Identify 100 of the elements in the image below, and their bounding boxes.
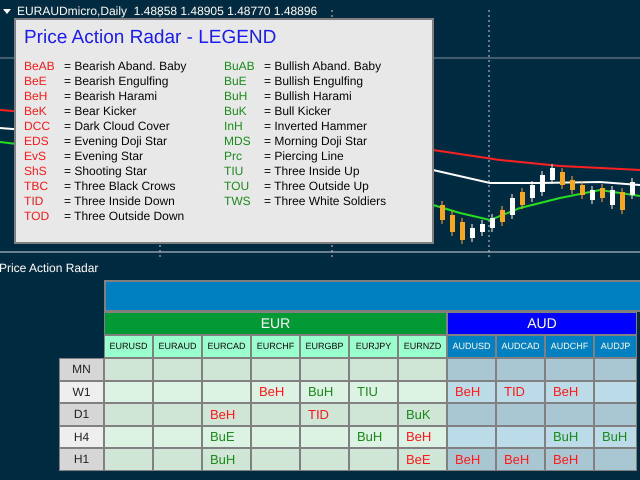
signal-cell bbox=[398, 358, 447, 380]
legend-code: TBC bbox=[24, 178, 49, 194]
timeframe-label: D1 bbox=[59, 403, 104, 426]
signal-cell bbox=[496, 358, 545, 380]
signal-cell bbox=[349, 448, 398, 470]
legend-code: BuE bbox=[224, 72, 248, 90]
legend-meaning: = Three Inside Up bbox=[264, 162, 360, 180]
legend-code: BeK bbox=[24, 102, 48, 120]
panel-title: Price Action Radar bbox=[0, 260, 98, 276]
legend-code: BuAB bbox=[224, 58, 256, 74]
chart-header: EURAUDmicro,Daily 1.48858 1.48905 1.48770 1.48896 bbox=[17, 3, 318, 20]
timeframe-label: MN bbox=[59, 358, 104, 380]
candle bbox=[580, 180, 585, 200]
pair-header: EURCAD bbox=[202, 335, 251, 358]
candle bbox=[530, 180, 535, 202]
legend-code: TIU bbox=[224, 162, 244, 180]
signal-cell: BuH bbox=[300, 380, 349, 403]
legend-code: TOD bbox=[24, 208, 50, 224]
legend-code: BuK bbox=[224, 102, 248, 120]
signal-cell: TID bbox=[300, 403, 349, 426]
signal-cell bbox=[447, 403, 496, 426]
signal-cell bbox=[594, 448, 637, 470]
legend-meaning: = Shooting Star bbox=[64, 162, 148, 180]
currency-group-header: AUD bbox=[447, 312, 637, 335]
legend-code: Prc bbox=[224, 148, 243, 164]
legend-title: Price Action Radar - LEGEND bbox=[24, 26, 278, 50]
candle bbox=[630, 178, 635, 200]
candle bbox=[440, 200, 445, 224]
signal-cell bbox=[202, 380, 251, 403]
legend-code: BuH bbox=[224, 88, 248, 104]
signal-cell bbox=[398, 380, 447, 403]
signal-cell: TIU bbox=[349, 380, 398, 403]
legend-meaning: = Three White Soldiers bbox=[264, 192, 386, 210]
signal-cell: BuH bbox=[202, 448, 251, 470]
pair-header: EURNZD bbox=[398, 335, 447, 358]
signal-cell bbox=[447, 358, 496, 380]
signal-cell bbox=[496, 403, 545, 426]
pair-header: EURAUD bbox=[153, 335, 202, 358]
signal-cell bbox=[594, 358, 637, 380]
legend-code: TID bbox=[24, 192, 44, 210]
signal-cell bbox=[447, 426, 496, 448]
legend-meaning: = Morning Doji Star bbox=[264, 132, 368, 150]
signal-cell: BuK bbox=[398, 403, 447, 426]
signal-cell bbox=[594, 380, 637, 403]
signal-cell bbox=[104, 448, 153, 470]
signal-cell bbox=[594, 403, 637, 426]
signal-cell: BuH bbox=[349, 426, 398, 448]
timeframe-label: H4 bbox=[59, 426, 104, 448]
legend-meaning: = Evening Star bbox=[64, 148, 144, 164]
signal-cell bbox=[300, 448, 349, 470]
legend-code: MDS bbox=[224, 132, 252, 150]
legend-meaning: = Bearish Harami bbox=[64, 88, 158, 104]
signal-cell: BeH bbox=[398, 426, 447, 448]
legend-meaning: = Three Outside Up bbox=[264, 178, 369, 194]
currency-group-header: EUR bbox=[104, 312, 447, 335]
legend-meaning: = Bearish Engulfing bbox=[64, 72, 168, 90]
legend-meaning: = Three Outside Down bbox=[64, 208, 184, 224]
signal-cell: BeH bbox=[447, 380, 496, 403]
signal-cell: BeH bbox=[202, 403, 251, 426]
candle bbox=[550, 164, 555, 184]
signal-cell: BeH bbox=[545, 380, 594, 403]
signal-cell: BuE bbox=[202, 426, 251, 448]
legend-meaning: = Piercing Line bbox=[264, 148, 344, 164]
candle bbox=[590, 186, 595, 204]
signal-cell bbox=[251, 358, 300, 380]
signal-cell: BeE bbox=[398, 448, 447, 470]
candle bbox=[510, 194, 515, 220]
dropdown-triangle-icon[interactable] bbox=[3, 8, 11, 14]
signal-cell bbox=[300, 426, 349, 448]
legend-code: BeAB bbox=[24, 58, 56, 74]
signal-cell bbox=[251, 426, 300, 448]
signal-cell bbox=[153, 403, 202, 426]
signal-cell bbox=[153, 358, 202, 380]
timeframe-label: H1 bbox=[59, 448, 104, 470]
legend-meaning: = Bullish Engulfing bbox=[264, 72, 364, 90]
candle bbox=[480, 220, 485, 236]
candle bbox=[620, 188, 625, 214]
timeframe-label: W1 bbox=[59, 380, 104, 403]
candle bbox=[450, 210, 455, 236]
signal-cell bbox=[202, 358, 251, 380]
pair-header: EURGBP bbox=[300, 335, 349, 358]
signal-cell: BuH bbox=[594, 426, 637, 448]
legend-meaning: = Bear Kicker bbox=[64, 102, 136, 120]
signal-cell bbox=[104, 380, 153, 403]
candle bbox=[520, 188, 525, 210]
legend-meaning: = Bullish Aband. Baby bbox=[264, 58, 382, 74]
legend-code: TWS bbox=[224, 192, 252, 210]
legend-code: BeH bbox=[24, 88, 48, 104]
signal-cell bbox=[104, 358, 153, 380]
legend-meaning: = Bull Kicker bbox=[264, 102, 332, 120]
candle bbox=[490, 214, 495, 232]
signal-cell bbox=[104, 426, 153, 448]
pair-header: AUDCHF bbox=[545, 335, 594, 358]
candle bbox=[600, 184, 605, 202]
signal-cell bbox=[104, 403, 153, 426]
candle bbox=[540, 170, 545, 196]
candle bbox=[470, 224, 475, 242]
signal-cell: TID bbox=[496, 380, 545, 403]
pair-header: EURUSD bbox=[104, 335, 153, 358]
candle bbox=[460, 218, 465, 244]
